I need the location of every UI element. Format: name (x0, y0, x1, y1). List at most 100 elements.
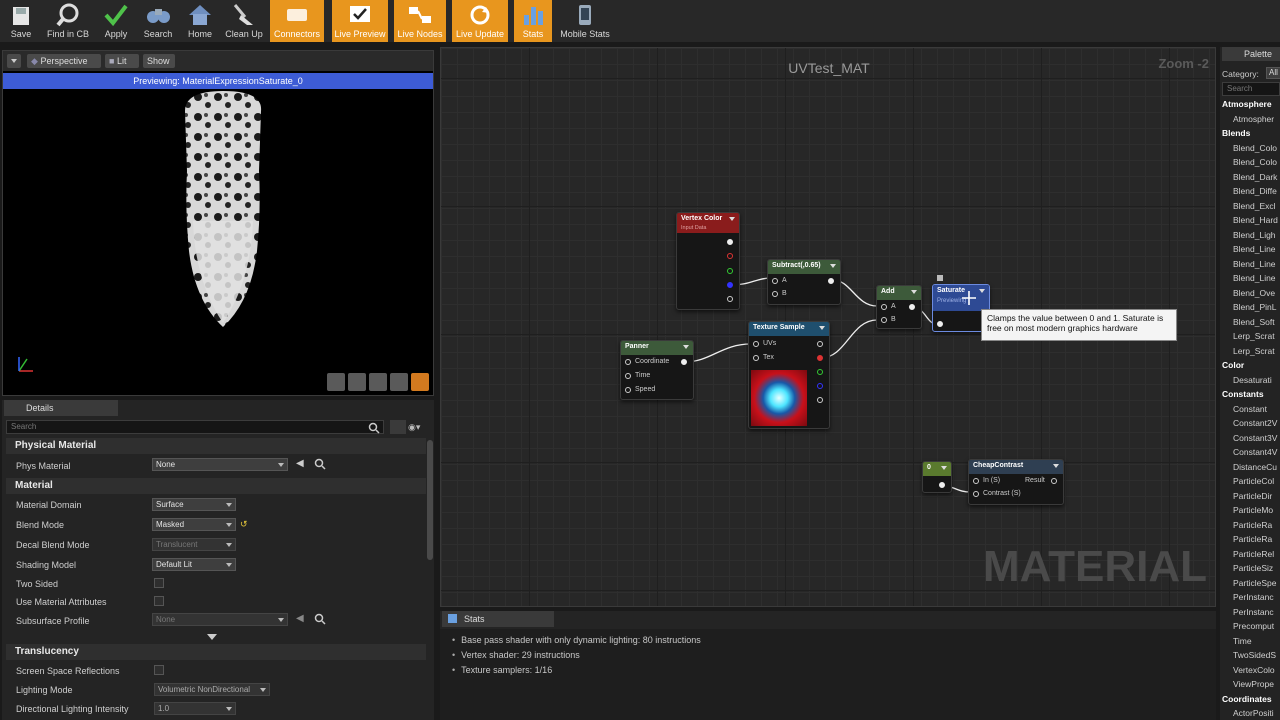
palette-item[interactable]: Constant4V (1233, 447, 1277, 457)
vertex-color-a-pin[interactable] (727, 296, 733, 302)
preview-viewport[interactable]: ◆ Perspective ■ Lit Show Previewing: Mat… (2, 50, 434, 396)
panner-speed-pin[interactable] (625, 387, 631, 393)
palette-item[interactable]: Blend_Dark (1233, 172, 1277, 182)
vertex-color-r-pin[interactable] (727, 253, 733, 259)
ssr-checkbox[interactable] (154, 665, 164, 675)
palette-item[interactable]: Lerp_Scrat (1233, 331, 1275, 341)
viewport-options-button[interactable] (7, 54, 21, 68)
blend-mode-dropdown[interactable]: Masked (152, 518, 236, 531)
eye-icon[interactable]: ◉▾ (408, 422, 430, 432)
view-options-button[interactable] (390, 420, 406, 434)
sphere-shape-button[interactable] (348, 373, 366, 391)
cheap-contrast-in-pin[interactable] (973, 478, 979, 484)
details-scrollbar[interactable] (427, 440, 433, 560)
home-button[interactable]: Home (182, 0, 218, 42)
palette-item[interactable]: ParticleMo (1233, 505, 1273, 515)
vertex-color-g-pin[interactable] (727, 268, 733, 274)
texture-rgb-pin[interactable] (817, 341, 823, 347)
palette-item[interactable]: Blend_Line (1233, 273, 1276, 283)
section-material[interactable]: Material (6, 478, 426, 494)
panner-coordinate-pin[interactable] (625, 359, 631, 365)
apply-button[interactable]: Apply (98, 0, 134, 42)
vertex-color-node[interactable]: Vertex Color Input Data (676, 212, 740, 310)
vertex-color-rgb-pin[interactable] (727, 239, 733, 245)
connectors-button[interactable]: Connectors (270, 0, 324, 42)
palette-item[interactable]: Blend_Colo (1233, 157, 1277, 167)
panner-node[interactable]: Panner Coordinate Time Speed (620, 340, 694, 400)
shading-model-dropdown[interactable]: Default Lit (152, 558, 236, 571)
palette-item[interactable]: Constant3V (1233, 433, 1277, 443)
subtract-b-pin[interactable] (772, 291, 778, 297)
palette-item[interactable]: VertexColo (1233, 665, 1275, 675)
details-search-input[interactable]: Search (6, 420, 384, 434)
cube-shape-button[interactable] (390, 373, 408, 391)
lit-button[interactable]: ■ Lit (105, 54, 139, 68)
subtract-node[interactable]: Subtract(,0.65) A B (767, 259, 841, 305)
find-in-cb-button[interactable]: Find in CB (44, 0, 92, 42)
palette-category[interactable]: Coordinates (1222, 694, 1272, 704)
texture-r-pin[interactable] (817, 355, 823, 361)
subsurface-profile-dropdown[interactable]: None (152, 613, 288, 626)
clean-up-button[interactable]: Clean Up (222, 0, 266, 42)
cheap-contrast-result-pin[interactable] (1051, 478, 1057, 484)
phys-material-dropdown[interactable]: None (152, 458, 288, 471)
texture-b-pin[interactable] (817, 383, 823, 389)
palette-category[interactable]: Blends (1222, 128, 1250, 138)
texture-g-pin[interactable] (817, 369, 823, 375)
palette-item[interactable]: Time (1233, 636, 1252, 646)
lighting-mode-dropdown[interactable]: Volumetric NonDirectional (154, 683, 270, 696)
texture-a-pin[interactable] (817, 397, 823, 403)
palette-item[interactable]: Lerp_Scrat (1233, 346, 1275, 356)
cheap-contrast-node[interactable]: CheapContrast In (S) Result Contrast (S) (968, 459, 1064, 505)
palette-item[interactable]: DistanceCu (1233, 462, 1277, 472)
constant-node[interactable]: 0 (922, 461, 952, 493)
texture-sample-node[interactable]: Texture Sample UVs Tex (748, 321, 830, 429)
palette-item[interactable]: Constant (1233, 404, 1267, 414)
subtract-a-pin[interactable] (772, 278, 778, 284)
palette-item[interactable]: ActorPositi (1233, 708, 1274, 718)
mobile-stats-button[interactable]: Mobile Stats (556, 0, 614, 42)
palette-category-dropdown[interactable]: All (1266, 67, 1280, 79)
palette-item[interactable]: Blend_Line (1233, 244, 1276, 254)
palette-item[interactable]: ParticleRa (1233, 534, 1272, 544)
live-preview-button[interactable]: Live Preview (332, 0, 388, 42)
search-button[interactable]: Search (140, 0, 176, 42)
add-a-pin[interactable] (881, 304, 887, 310)
cheap-contrast-contrast-pin[interactable] (973, 491, 979, 497)
palette-item[interactable]: Blend_Excl (1233, 201, 1276, 211)
palette-item[interactable]: Blend_PinL (1233, 302, 1276, 312)
perspective-button[interactable]: ◆ Perspective (27, 54, 101, 68)
palette-item[interactable]: Blend_Line (1233, 259, 1276, 269)
add-output-pin[interactable] (909, 304, 915, 310)
palette-category[interactable]: Color (1222, 360, 1244, 370)
palette-item[interactable]: ViewPrope (1233, 679, 1274, 689)
texture-tex-pin[interactable] (753, 355, 759, 361)
panner-output-pin[interactable] (681, 359, 687, 365)
saturate-input-pin[interactable] (937, 321, 943, 327)
material-domain-dropdown[interactable]: Surface (152, 498, 236, 511)
browse-search-icon[interactable] (314, 458, 326, 470)
plane-shape-button[interactable] (369, 373, 387, 391)
stats-button[interactable]: Stats (514, 0, 552, 42)
palette-item[interactable]: Blend_Soft (1233, 317, 1275, 327)
two-sided-checkbox[interactable] (154, 578, 164, 588)
decal-blend-mode-dropdown[interactable]: Translucent (152, 538, 236, 551)
expand-advanced-icon[interactable] (207, 633, 217, 641)
palette-item[interactable]: Blend_Ligh (1233, 230, 1276, 240)
constant-output-pin[interactable] (939, 482, 945, 488)
palette-item[interactable]: Constant2V (1233, 418, 1277, 428)
palette-item[interactable]: Blend_Ove (1233, 288, 1275, 298)
palette-tab[interactable]: Palette (1222, 47, 1280, 61)
add-b-pin[interactable] (881, 317, 887, 323)
palette-item[interactable]: Blend_Diffe (1233, 186, 1277, 196)
live-nodes-button[interactable]: Live Nodes (394, 0, 446, 42)
palette-item[interactable]: ParticleRel (1233, 549, 1274, 559)
palette-category[interactable]: Constants (1222, 389, 1264, 399)
texture-uvs-pin[interactable] (753, 341, 759, 347)
vertex-color-b-pin[interactable] (727, 282, 733, 288)
subsurface-browse-icon[interactable] (314, 613, 326, 625)
show-button[interactable]: Show (143, 54, 175, 68)
palette-item[interactable]: Precomput (1233, 621, 1274, 631)
palette-item[interactable]: PerInstanc (1233, 607, 1274, 617)
section-translucency[interactable]: Translucency (6, 644, 426, 660)
